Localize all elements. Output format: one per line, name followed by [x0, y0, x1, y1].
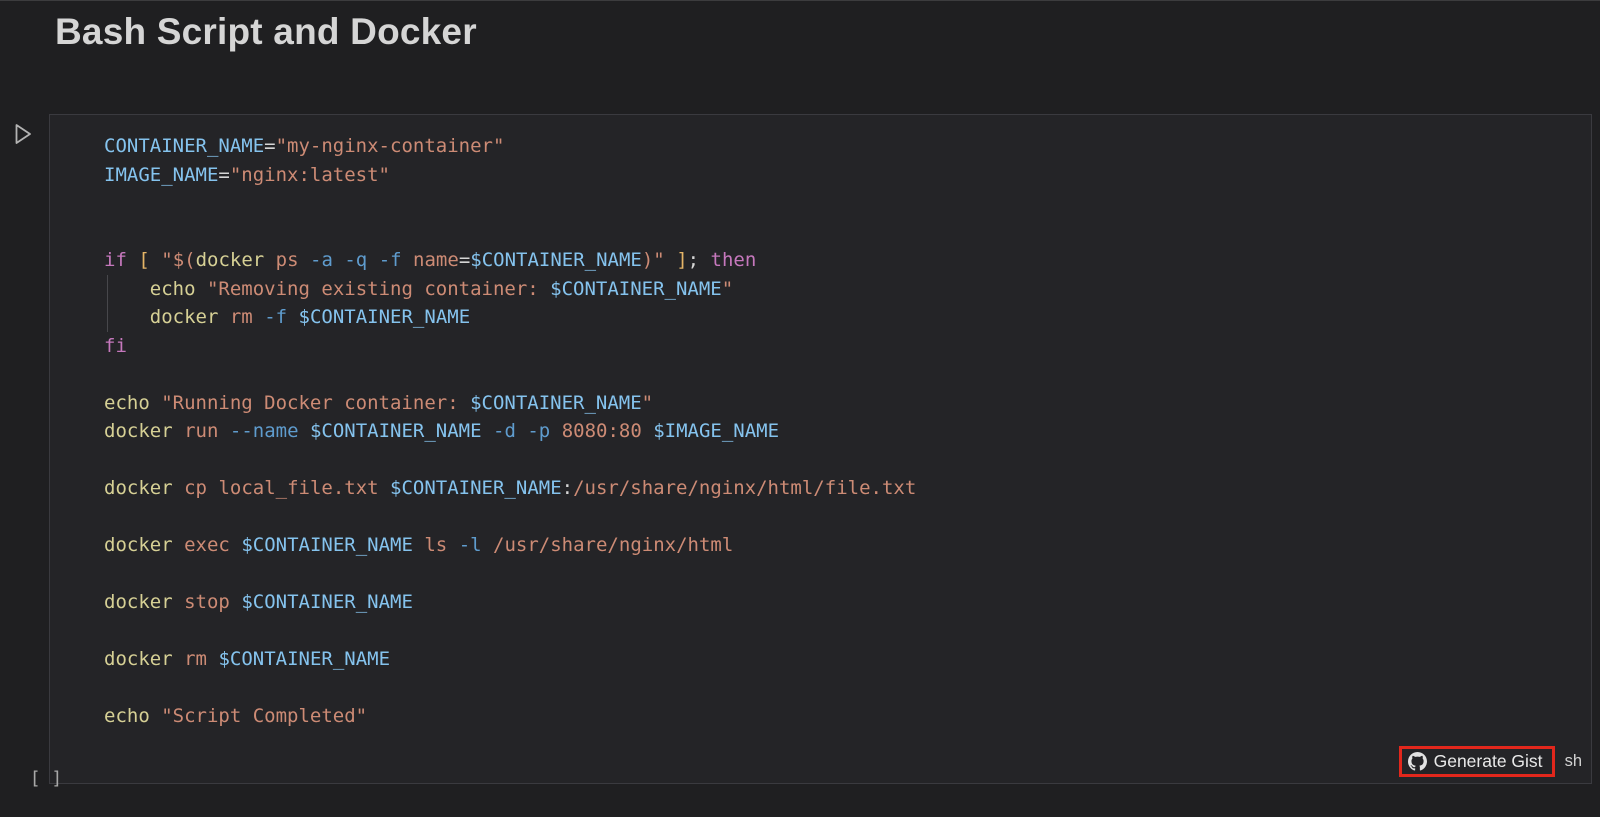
code-line [104, 360, 1591, 389]
play-icon [14, 134, 33, 149]
code-line [104, 446, 1591, 475]
code-line [104, 560, 1591, 589]
github-icon [1408, 752, 1427, 771]
code-line [104, 674, 1591, 703]
collapse-cell-button[interactable]: [ ] [8, 747, 62, 789]
code-line [104, 503, 1591, 532]
code-editor[interactable]: CONTAINER_NAME="my-nginx-container"IMAGE… [49, 114, 1592, 784]
code-line: echo "Running Docker container: $CONTAIN… [104, 389, 1591, 418]
code-line: docker stop $CONTAINER_NAME [104, 588, 1591, 617]
generate-gist-label: Generate Gist [1434, 751, 1543, 772]
code-line: docker exec $CONTAINER_NAME ls -l /usr/s… [104, 531, 1591, 560]
code-line [104, 218, 1591, 247]
code-line: docker rm -f $CONTAINER_NAME [104, 303, 1591, 332]
code-line: IMAGE_NAME="nginx:latest" [104, 161, 1591, 190]
code-line: CONTAINER_NAME="my-nginx-container" [104, 132, 1591, 161]
language-label: sh [1565, 752, 1582, 771]
page-title: Bash Script and Docker [55, 11, 477, 53]
code-line: echo "Removing existing container: $CONT… [104, 275, 1591, 304]
code-line: docker cp local_file.txt $CONTAINER_NAME… [104, 474, 1591, 503]
code-lines: CONTAINER_NAME="my-nginx-container"IMAGE… [50, 115, 1591, 731]
code-line [104, 617, 1591, 646]
code-line: echo "Script Completed" [104, 702, 1591, 731]
brackets-icon: [ ] [30, 768, 63, 789]
gist-row: Generate Gist sh [1399, 746, 1584, 777]
code-line: if [ "$(docker ps -a -q -f name=$CONTAIN… [104, 246, 1591, 275]
code-line: fi [104, 332, 1591, 361]
indent-guide [107, 303, 108, 332]
generate-gist-button[interactable]: Generate Gist [1408, 751, 1543, 772]
indent-guide [107, 275, 108, 304]
page: { "page": { "title": "Bash Script and Do… [0, 0, 1600, 817]
annotation-highlight-box: Generate Gist [1399, 746, 1555, 777]
run-cell-button[interactable] [12, 122, 34, 148]
code-line [104, 189, 1591, 218]
code-line: docker rm $CONTAINER_NAME [104, 645, 1591, 674]
code-line: docker run --name $CONTAINER_NAME -d -p … [104, 417, 1591, 446]
